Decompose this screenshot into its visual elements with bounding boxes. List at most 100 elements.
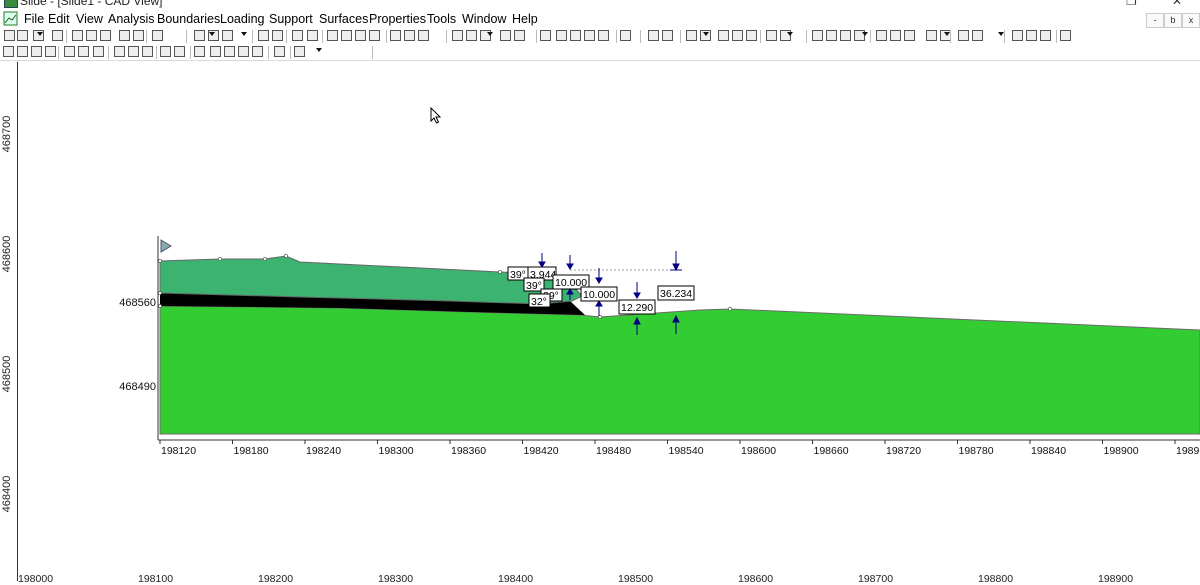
toolbar-button[interactable] <box>93 46 104 57</box>
toolbar-button[interactable] <box>390 30 401 41</box>
toolbar-button[interactable] <box>452 30 463 41</box>
toolbar-button[interactable] <box>369 30 380 41</box>
toolbar-button[interactable] <box>174 46 185 57</box>
toolbar-button[interactable] <box>404 30 415 41</box>
toolbar-button[interactable] <box>194 46 205 57</box>
menu-help[interactable]: Help <box>512 12 538 26</box>
toolbar-button[interactable] <box>1012 30 1023 41</box>
menu-support[interactable]: Support <box>269 12 313 26</box>
toolbar-button[interactable] <box>52 30 63 41</box>
y-tick-label: 468490 <box>119 381 156 393</box>
toolbar-button[interactable] <box>826 30 837 41</box>
toolbar-separator <box>186 30 187 43</box>
toolbar-button[interactable] <box>294 46 305 57</box>
toolbar-button[interactable] <box>466 30 477 41</box>
toolbar-button[interactable] <box>128 46 139 57</box>
toolbar-button[interactable] <box>272 30 283 41</box>
toolbar-button[interactable] <box>327 30 338 41</box>
toolbar-button[interactable] <box>1060 30 1071 41</box>
x-tick-label: 198300 <box>379 445 414 457</box>
chevron-down-icon[interactable] <box>487 32 493 36</box>
menu-edit[interactable]: Edit <box>48 12 70 26</box>
toolbar-button[interactable] <box>570 30 581 41</box>
menu-surfaces[interactable]: Surfaces <box>319 12 368 26</box>
toolbar-button[interactable] <box>133 30 144 41</box>
toolbar-button[interactable] <box>64 46 75 57</box>
toolbar-button[interactable] <box>222 30 233 41</box>
toolbar-button[interactable] <box>17 46 28 57</box>
toolbar-button[interactable] <box>86 30 97 41</box>
mdi-minimize-button[interactable]: - <box>1146 13 1164 28</box>
toolbar-button[interactable] <box>152 30 163 41</box>
toolbar-button[interactable] <box>238 46 249 57</box>
toolbar-button[interactable] <box>17 30 28 41</box>
toolbar-button[interactable] <box>1026 30 1037 41</box>
toolbar-button[interactable] <box>620 30 631 41</box>
toolbar-button[interactable] <box>194 30 205 41</box>
mdi-restore-button[interactable]: ƅ <box>1164 13 1182 28</box>
chevron-down-icon[interactable] <box>209 32 215 36</box>
chevron-down-icon[interactable] <box>241 32 247 36</box>
menu-view[interactable]: View <box>76 12 103 26</box>
toolbar-button[interactable] <box>958 30 969 41</box>
toolbar-button[interactable] <box>4 30 15 41</box>
chevron-down-icon[interactable] <box>862 32 868 36</box>
toolbar-button[interactable] <box>598 30 609 41</box>
toolbar-button[interactable] <box>119 30 130 41</box>
toolbar-button[interactable] <box>100 30 111 41</box>
toolbar-button[interactable] <box>1040 30 1051 41</box>
chevron-down-icon[interactable] <box>787 32 793 36</box>
toolbar-button[interactable] <box>972 30 983 41</box>
menu-boundaries[interactable]: Boundaries <box>157 12 220 26</box>
toolbar-button[interactable] <box>540 30 551 41</box>
toolbar-button[interactable] <box>926 30 937 41</box>
toolbar-button[interactable] <box>45 46 56 57</box>
toolbar-button[interactable] <box>78 46 89 57</box>
toolbar-button[interactable] <box>210 46 221 57</box>
toolbar-button[interactable] <box>3 46 14 57</box>
toolbar-button[interactable] <box>766 30 777 41</box>
toolbar-button[interactable] <box>355 30 366 41</box>
toolbar-button[interactable] <box>252 46 263 57</box>
toolbar-button[interactable] <box>556 30 567 41</box>
toolbar-button[interactable] <box>114 46 125 57</box>
toolbar-button[interactable] <box>686 30 697 41</box>
toolbar-button[interactable] <box>258 30 269 41</box>
close-window-button[interactable]: ✕ <box>1172 0 1182 8</box>
chevron-down-icon[interactable] <box>703 32 709 36</box>
chevron-down-icon[interactable] <box>37 32 43 36</box>
toolbar-button[interactable] <box>746 30 757 41</box>
toolbar-button[interactable] <box>160 46 171 57</box>
mdi-close-button[interactable]: x <box>1182 13 1200 28</box>
toolbar-button[interactable] <box>292 30 303 41</box>
chevron-down-icon[interactable] <box>316 48 322 52</box>
toolbar-button[interactable] <box>500 30 511 41</box>
toolbar-button[interactable] <box>307 30 318 41</box>
menu-window[interactable]: Window <box>462 12 506 26</box>
toolbar-button[interactable] <box>812 30 823 41</box>
menu-file[interactable]: File <box>24 12 44 26</box>
toolbar-button[interactable] <box>662 30 673 41</box>
toolbar-button[interactable] <box>904 30 915 41</box>
toolbar-button[interactable] <box>648 30 659 41</box>
restore-window-button[interactable]: ❐ <box>1126 0 1137 8</box>
toolbar-button[interactable] <box>718 30 729 41</box>
toolbar-button[interactable] <box>224 46 235 57</box>
toolbar-button[interactable] <box>584 30 595 41</box>
toolbar-button[interactable] <box>418 30 429 41</box>
toolbar-button[interactable] <box>274 46 285 57</box>
toolbar-button[interactable] <box>72 30 83 41</box>
menu-analysis[interactable]: Analysis <box>108 12 155 26</box>
cad-view[interactable]: 198120 198180 198240 198300 198360 198420 1984… <box>0 62 1200 581</box>
menu-tools[interactable]: Tools <box>427 12 456 26</box>
toolbar-button[interactable] <box>876 30 887 41</box>
menu-properties[interactable]: Properties <box>369 12 426 26</box>
toolbar-button[interactable] <box>514 30 525 41</box>
toolbar-button[interactable] <box>890 30 901 41</box>
toolbar-button[interactable] <box>840 30 851 41</box>
toolbar-button[interactable] <box>732 30 743 41</box>
toolbar-button[interactable] <box>31 46 42 57</box>
menu-loading[interactable]: Loading <box>220 12 265 26</box>
toolbar-button[interactable] <box>142 46 153 57</box>
toolbar-button[interactable] <box>341 30 352 41</box>
